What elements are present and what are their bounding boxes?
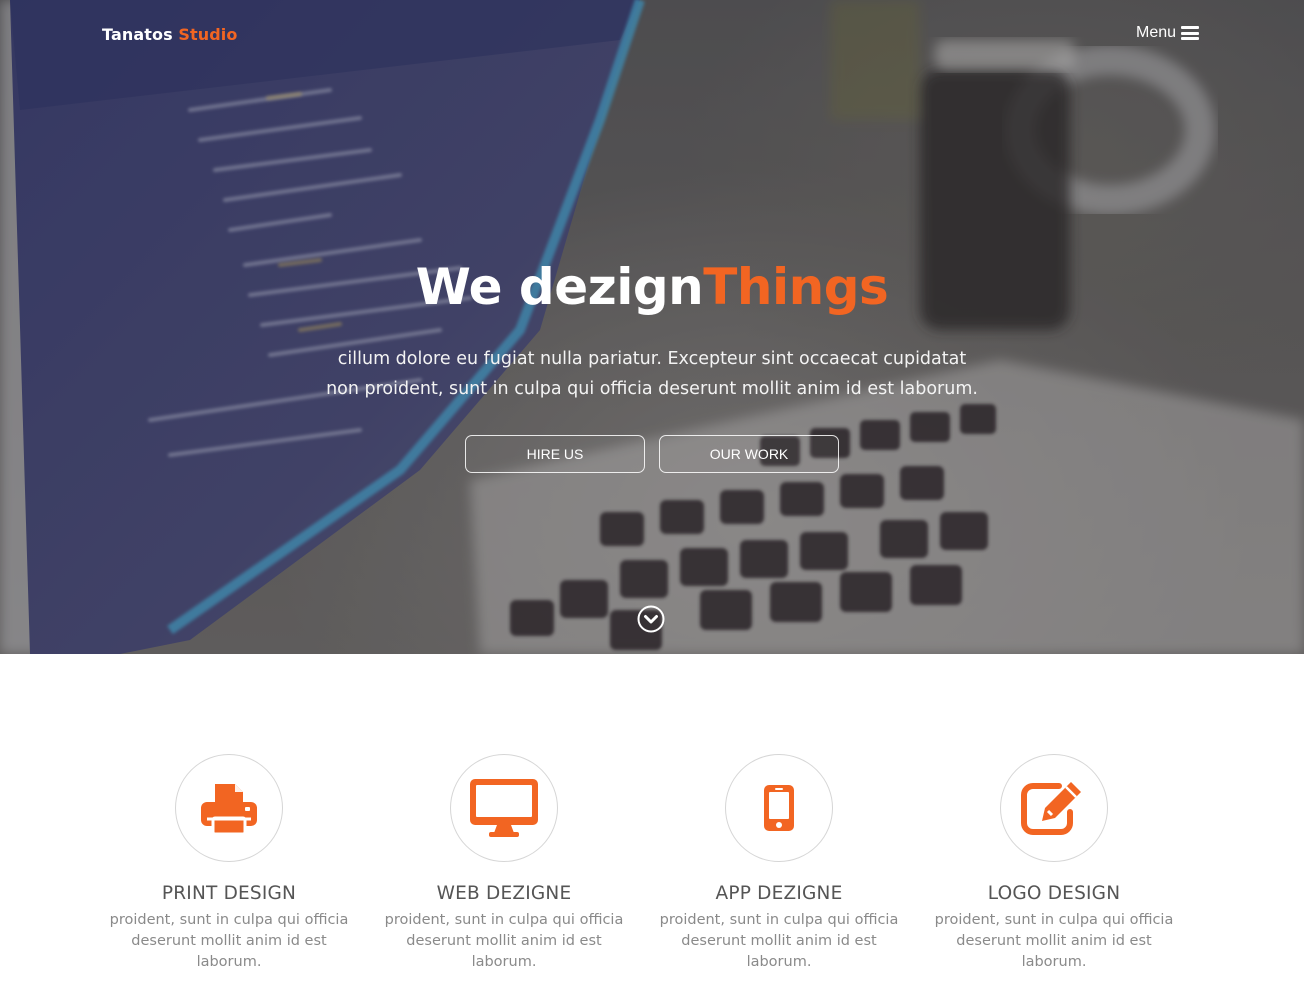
service-description: proident, sunt in culpa qui officia dese… <box>109 912 349 970</box>
service-description: proident, sunt in culpa qui officia dese… <box>384 912 624 970</box>
service-icon-circle <box>450 754 558 862</box>
menu-button[interactable]: Menu <box>1136 24 1200 42</box>
brand-logo[interactable]: Tanatos Studio <box>102 25 237 44</box>
brand-accent: Studio <box>178 25 238 44</box>
page: Tanatos Studio Menu We dezignThings cill… <box>0 0 1312 1002</box>
hero-subtitle: cillum dolore eu fugiat nulla pariatur. … <box>326 349 978 399</box>
service-icon-circle <box>1000 754 1108 862</box>
edit-pencil-icon <box>1021 782 1081 835</box>
hero-title-main: We dezign <box>415 258 704 316</box>
service-description: proident, sunt in culpa qui officia dese… <box>934 912 1174 970</box>
services-section: PRINT DESIGN proident, sunt in culpa qui… <box>0 654 1304 1002</box>
hero-overlay <box>0 0 1304 654</box>
service-title: APP DEZIGNE <box>715 883 843 904</box>
hero-section: Tanatos Studio Menu We dezignThings cill… <box>0 0 1304 654</box>
menu-label: Menu <box>1136 24 1177 41</box>
service-title: LOGO DESIGN <box>987 883 1121 904</box>
service-icon-circle <box>175 754 283 862</box>
desktop-icon <box>470 779 538 837</box>
service-description: proident, sunt in culpa qui officia dese… <box>659 912 899 970</box>
hero-title-accent: Things <box>703 258 889 316</box>
service-title: PRINT DESIGN <box>161 883 297 904</box>
service-logo-design: LOGO DESIGN proident, sunt in culpa qui … <box>929 754 1179 973</box>
service-icon-circle <box>725 754 833 862</box>
service-title: WEB DEZIGNE <box>436 883 572 904</box>
hero-title: We dezignThings <box>0 258 1304 316</box>
our-work-button[interactable]: OUR WORK <box>659 435 839 473</box>
mobile-phone-icon <box>764 785 794 831</box>
hamburger-icon <box>1181 26 1200 40</box>
service-app-dezigne: APP DEZIGNE proident, sunt in culpa qui … <box>654 754 904 973</box>
chevron-down-circle-icon[interactable] <box>637 605 665 633</box>
hire-us-button[interactable]: HIRE US <box>465 435 645 473</box>
printer-icon <box>201 784 257 836</box>
service-web-dezigne: WEB DEZIGNE proident, sunt in culpa qui … <box>379 754 629 973</box>
service-print-design: PRINT DESIGN proident, sunt in culpa qui… <box>104 754 354 973</box>
brand-name: Tanatos <box>102 25 173 44</box>
